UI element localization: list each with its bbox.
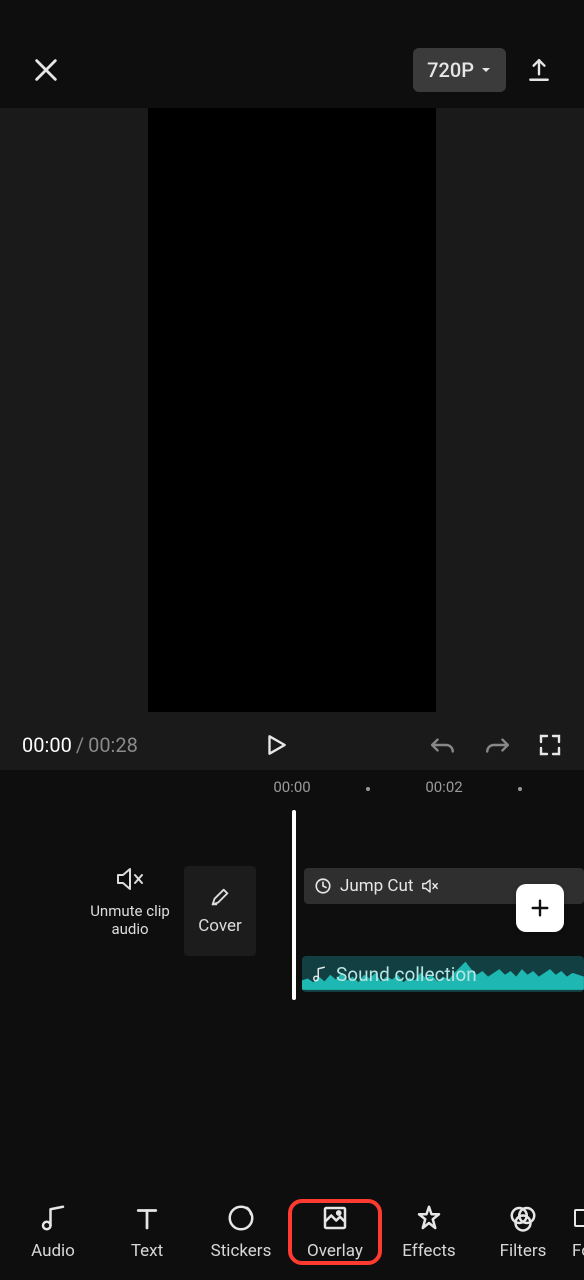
speaker-muted-icon: [115, 866, 145, 892]
close-button[interactable]: [32, 56, 60, 84]
cover-button[interactable]: Cover: [184, 866, 256, 956]
tool-label: Stickers: [211, 1241, 272, 1261]
video-preview[interactable]: [148, 108, 436, 712]
undo-button[interactable]: [430, 734, 456, 756]
pencil-icon: [209, 886, 231, 908]
timeline-ruler[interactable]: 00:00 00:02: [0, 778, 584, 802]
overlay-icon: [320, 1203, 350, 1233]
clip-muted-icon: [421, 878, 439, 894]
tool-label: Overlay: [307, 1241, 363, 1261]
tool-label: Fo: [570, 1241, 584, 1261]
ruler-tick: 00:02: [425, 778, 462, 796]
tool-label: Audio: [31, 1241, 75, 1261]
timeline[interactable]: Unmute clipaudio Cover Jump Cut Sound co…: [0, 810, 584, 1050]
unmute-label: Unmute clipaudio: [80, 902, 180, 938]
music-note-icon: [310, 965, 328, 983]
format-icon: [570, 1203, 584, 1233]
cover-label: Cover: [198, 916, 242, 936]
ruler-tick: 00:00: [273, 778, 310, 796]
redo-button[interactable]: [484, 734, 510, 756]
music-note-icon: [38, 1203, 68, 1233]
fullscreen-button[interactable]: [538, 733, 562, 757]
total-duration: 00:28: [88, 733, 138, 757]
play-button[interactable]: [271, 732, 297, 758]
clip-effect-label: Jump Cut: [340, 876, 413, 896]
add-clip-button[interactable]: [516, 884, 564, 932]
time-display: 00:00/00:28: [22, 733, 138, 757]
tool-audio[interactable]: Audio: [6, 1203, 100, 1261]
playback-bar: 00:00/00:28: [0, 720, 584, 770]
audio-track-label: Sound collection: [336, 963, 477, 986]
unmute-clip-audio-button[interactable]: Unmute clipaudio: [80, 866, 180, 938]
audio-track[interactable]: Sound collection: [302, 956, 584, 992]
playhead[interactable]: [292, 810, 296, 1000]
tool-overlay[interactable]: Overlay: [288, 1199, 382, 1265]
tool-text[interactable]: Text: [100, 1203, 194, 1261]
tool-label: Effects: [402, 1241, 455, 1261]
ruler-dot: [366, 787, 370, 791]
export-button[interactable]: [526, 57, 552, 83]
tool-effects[interactable]: Effects: [382, 1203, 476, 1261]
tool-stickers[interactable]: Stickers: [194, 1203, 288, 1261]
sticker-icon: [226, 1203, 256, 1233]
tool-format[interactable]: Fo: [570, 1203, 584, 1261]
tool-label: Filters: [500, 1241, 547, 1261]
top-bar: 720P: [0, 48, 584, 92]
resolution-value: 720P: [427, 58, 474, 82]
tool-label: Text: [131, 1241, 163, 1261]
preview-area: [0, 108, 584, 770]
chevron-down-icon: [480, 64, 492, 76]
text-icon: [132, 1203, 162, 1233]
bottom-toolbar: Audio Text Stickers Overlay Effects Filt…: [0, 1184, 584, 1280]
jumpcut-icon: [314, 877, 332, 895]
tool-filters[interactable]: Filters: [476, 1203, 570, 1261]
current-time: 00:00: [22, 733, 72, 757]
effects-icon: [414, 1203, 444, 1233]
filters-icon: [508, 1203, 538, 1233]
plus-icon: [529, 897, 551, 919]
ruler-dot: [518, 787, 522, 791]
resolution-dropdown[interactable]: 720P: [413, 48, 506, 92]
